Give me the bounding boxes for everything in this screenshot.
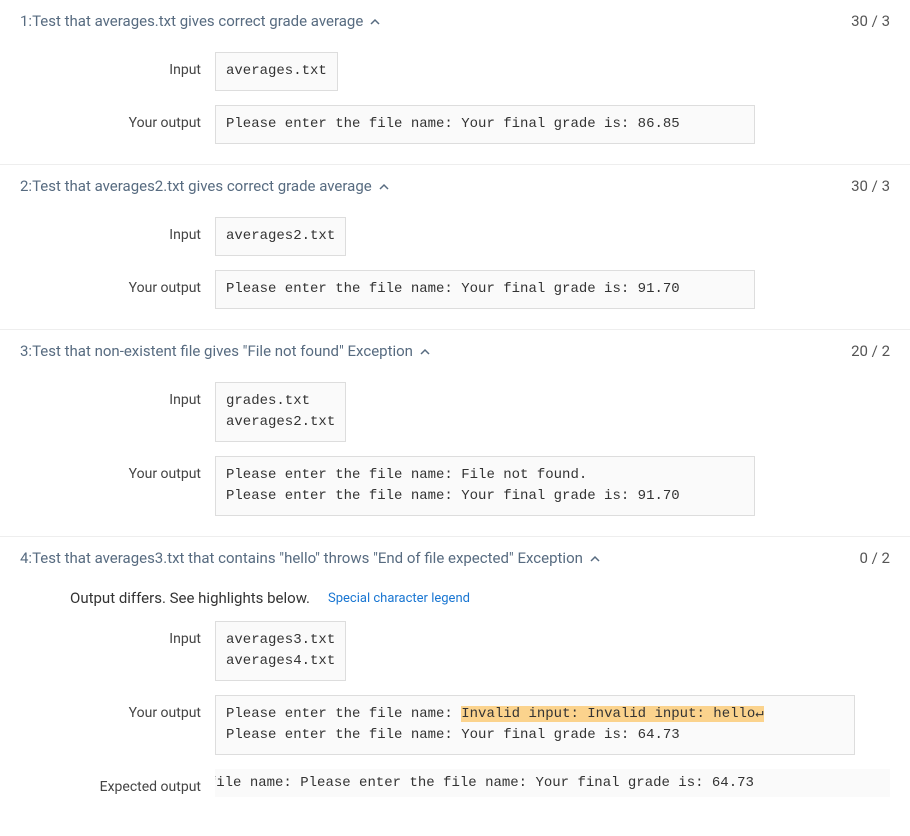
expected-value: Please enter the file name: Please enter… [215, 769, 890, 797]
expected-output-scroll[interactable]: Please enter the file name: Please enter… [215, 769, 890, 797]
test-header[interactable]: 1:Test that averages.txt gives correct g… [20, 10, 890, 38]
test-block-2: 2:Test that averages2.txt gives correct … [0, 165, 910, 330]
output-value: Please enter the file name: Your final g… [215, 105, 755, 144]
test-header[interactable]: 2:Test that averages2.txt gives correct … [20, 175, 890, 203]
output-highlight: Invalid input: Invalid input: hello↵ [461, 706, 763, 722]
diff-message: Output differs. See highlights below. [70, 589, 310, 607]
test-block-3: 3:Test that non-existent file gives "Fil… [0, 330, 910, 537]
test-score: 30 / 3 [851, 177, 890, 195]
input-value: averages2.txt [215, 217, 346, 256]
output-value: Please enter the file name: Your final g… [215, 270, 755, 309]
output-row: Your output Please enter the file name: … [20, 105, 890, 144]
chevron-up-icon [419, 346, 429, 356]
output-value: Please enter the file name: File not fou… [215, 456, 755, 516]
test-score: 30 / 3 [851, 12, 890, 30]
input-row: Input averages.txt [20, 52, 890, 91]
expected-label: Expected output [20, 769, 215, 795]
test-header[interactable]: 3:Test that non-existent file gives "Fil… [20, 340, 890, 368]
output-row: Your output Please enter the file name: … [20, 456, 890, 516]
test-title: 1:Test that averages.txt gives correct g… [20, 12, 379, 30]
output-label: Your output [20, 270, 215, 296]
input-label: Input [20, 52, 215, 78]
diff-note: Output differs. See highlights below. Sp… [20, 589, 890, 607]
test-score: 20 / 2 [851, 342, 890, 360]
test-block-4: 4:Test that averages3.txt that contains … [0, 537, 910, 817]
special-char-legend-link[interactable]: Special character legend [328, 591, 470, 606]
input-row: Input averages2.txt [20, 217, 890, 256]
output-row: Your output Please enter the file name: … [20, 270, 890, 309]
test-title-text: 4:Test that averages3.txt that contains … [20, 549, 583, 567]
output-label: Your output [20, 695, 215, 721]
input-value: grades.txt averages2.txt [215, 382, 346, 442]
expected-row: Expected output Please enter the file na… [20, 769, 890, 797]
test-block-1: 1:Test that averages.txt gives correct g… [0, 0, 910, 165]
output-line2: Please enter the file name: Your final g… [226, 727, 680, 743]
input-label: Input [20, 217, 215, 243]
input-row: Input grades.txt averages2.txt [20, 382, 890, 442]
test-title: 2:Test that averages2.txt gives correct … [20, 177, 388, 195]
output-label: Your output [20, 105, 215, 131]
test-title: 4:Test that averages3.txt that contains … [20, 549, 599, 567]
input-label: Input [20, 621, 215, 647]
input-label: Input [20, 382, 215, 408]
test-title-text: 2:Test that averages2.txt gives correct … [20, 177, 372, 195]
test-score: 0 / 2 [860, 549, 891, 567]
chevron-up-icon [378, 181, 388, 191]
test-header[interactable]: 4:Test that averages3.txt that contains … [20, 547, 890, 575]
input-row: Input averages3.txt averages4.txt [20, 621, 890, 681]
chevron-up-icon [369, 16, 379, 26]
test-title-text: 1:Test that averages.txt gives correct g… [20, 12, 363, 30]
input-value: averages.txt [215, 52, 338, 91]
input-value: averages3.txt averages4.txt [215, 621, 346, 681]
chevron-up-icon [589, 553, 599, 563]
output-row: Your output Please enter the file name: … [20, 695, 890, 755]
output-value: Please enter the file name: Invalid inpu… [215, 695, 855, 755]
test-title: 3:Test that non-existent file gives "Fil… [20, 342, 429, 360]
output-prefix: Please enter the file name: [226, 706, 461, 722]
output-label: Your output [20, 456, 215, 482]
test-title-text: 3:Test that non-existent file gives "Fil… [20, 342, 413, 360]
